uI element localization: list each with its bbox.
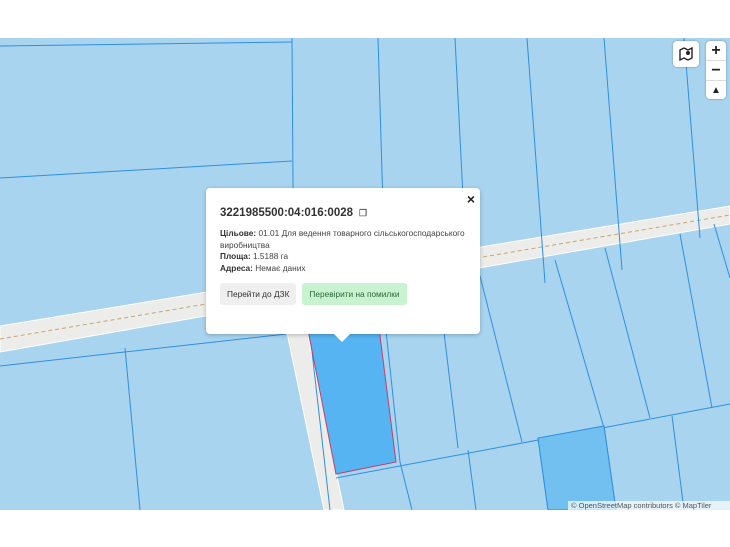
- compass-icon[interactable]: ▲: [706, 81, 726, 100]
- address-row: Адреса: Немає даних: [220, 263, 466, 275]
- area-label: Площа:: [220, 251, 251, 261]
- zoom-out-button[interactable]: −: [706, 61, 726, 81]
- area-row: Площа: 1.5188 га: [220, 251, 466, 263]
- purpose-value: 01.01 Для ведення товарного сільськогосп…: [220, 228, 465, 250]
- parcel-title: 3221985500:04:016:0028 ❐: [220, 207, 466, 219]
- purpose-row: Цільове: 01.01 Для ведення товарного сіл…: [220, 228, 466, 251]
- copy-icon[interactable]: ❐: [359, 208, 367, 219]
- address-label: Адреса:: [220, 262, 253, 273]
- highlighted-parcel[interactable]: [537, 425, 617, 510]
- parcel-popup: × 3221985500:04:016:0028 ❐ Цільове: 01.0…: [206, 188, 480, 342]
- map-layers-button[interactable]: [673, 41, 699, 67]
- popup-actions: Перейти до ДЗК Перевірити на помилки: [220, 283, 466, 305]
- map-attribution[interactable]: © OpenStreetMap contributors © MapTiler: [568, 501, 730, 511]
- go-to-dzk-button[interactable]: Перейти до ДЗК: [220, 283, 297, 305]
- cadastral-number: 3221985500:04:016:0028: [220, 207, 354, 219]
- address-value: Немає даних: [255, 262, 306, 273]
- zoom-in-button[interactable]: +: [706, 41, 726, 61]
- parcel-info: Цільове: 01.01 Для ведення товарного сіл…: [220, 228, 466, 274]
- zoom-controls: + − ▲: [706, 41, 726, 99]
- map-layers-icon: [679, 46, 693, 62]
- purpose-label: Цільове:: [220, 228, 257, 238]
- check-errors-button[interactable]: Перевірити на помилки: [302, 283, 407, 305]
- area-value: 1.5188 га: [252, 251, 289, 261]
- close-icon[interactable]: ×: [467, 192, 475, 206]
